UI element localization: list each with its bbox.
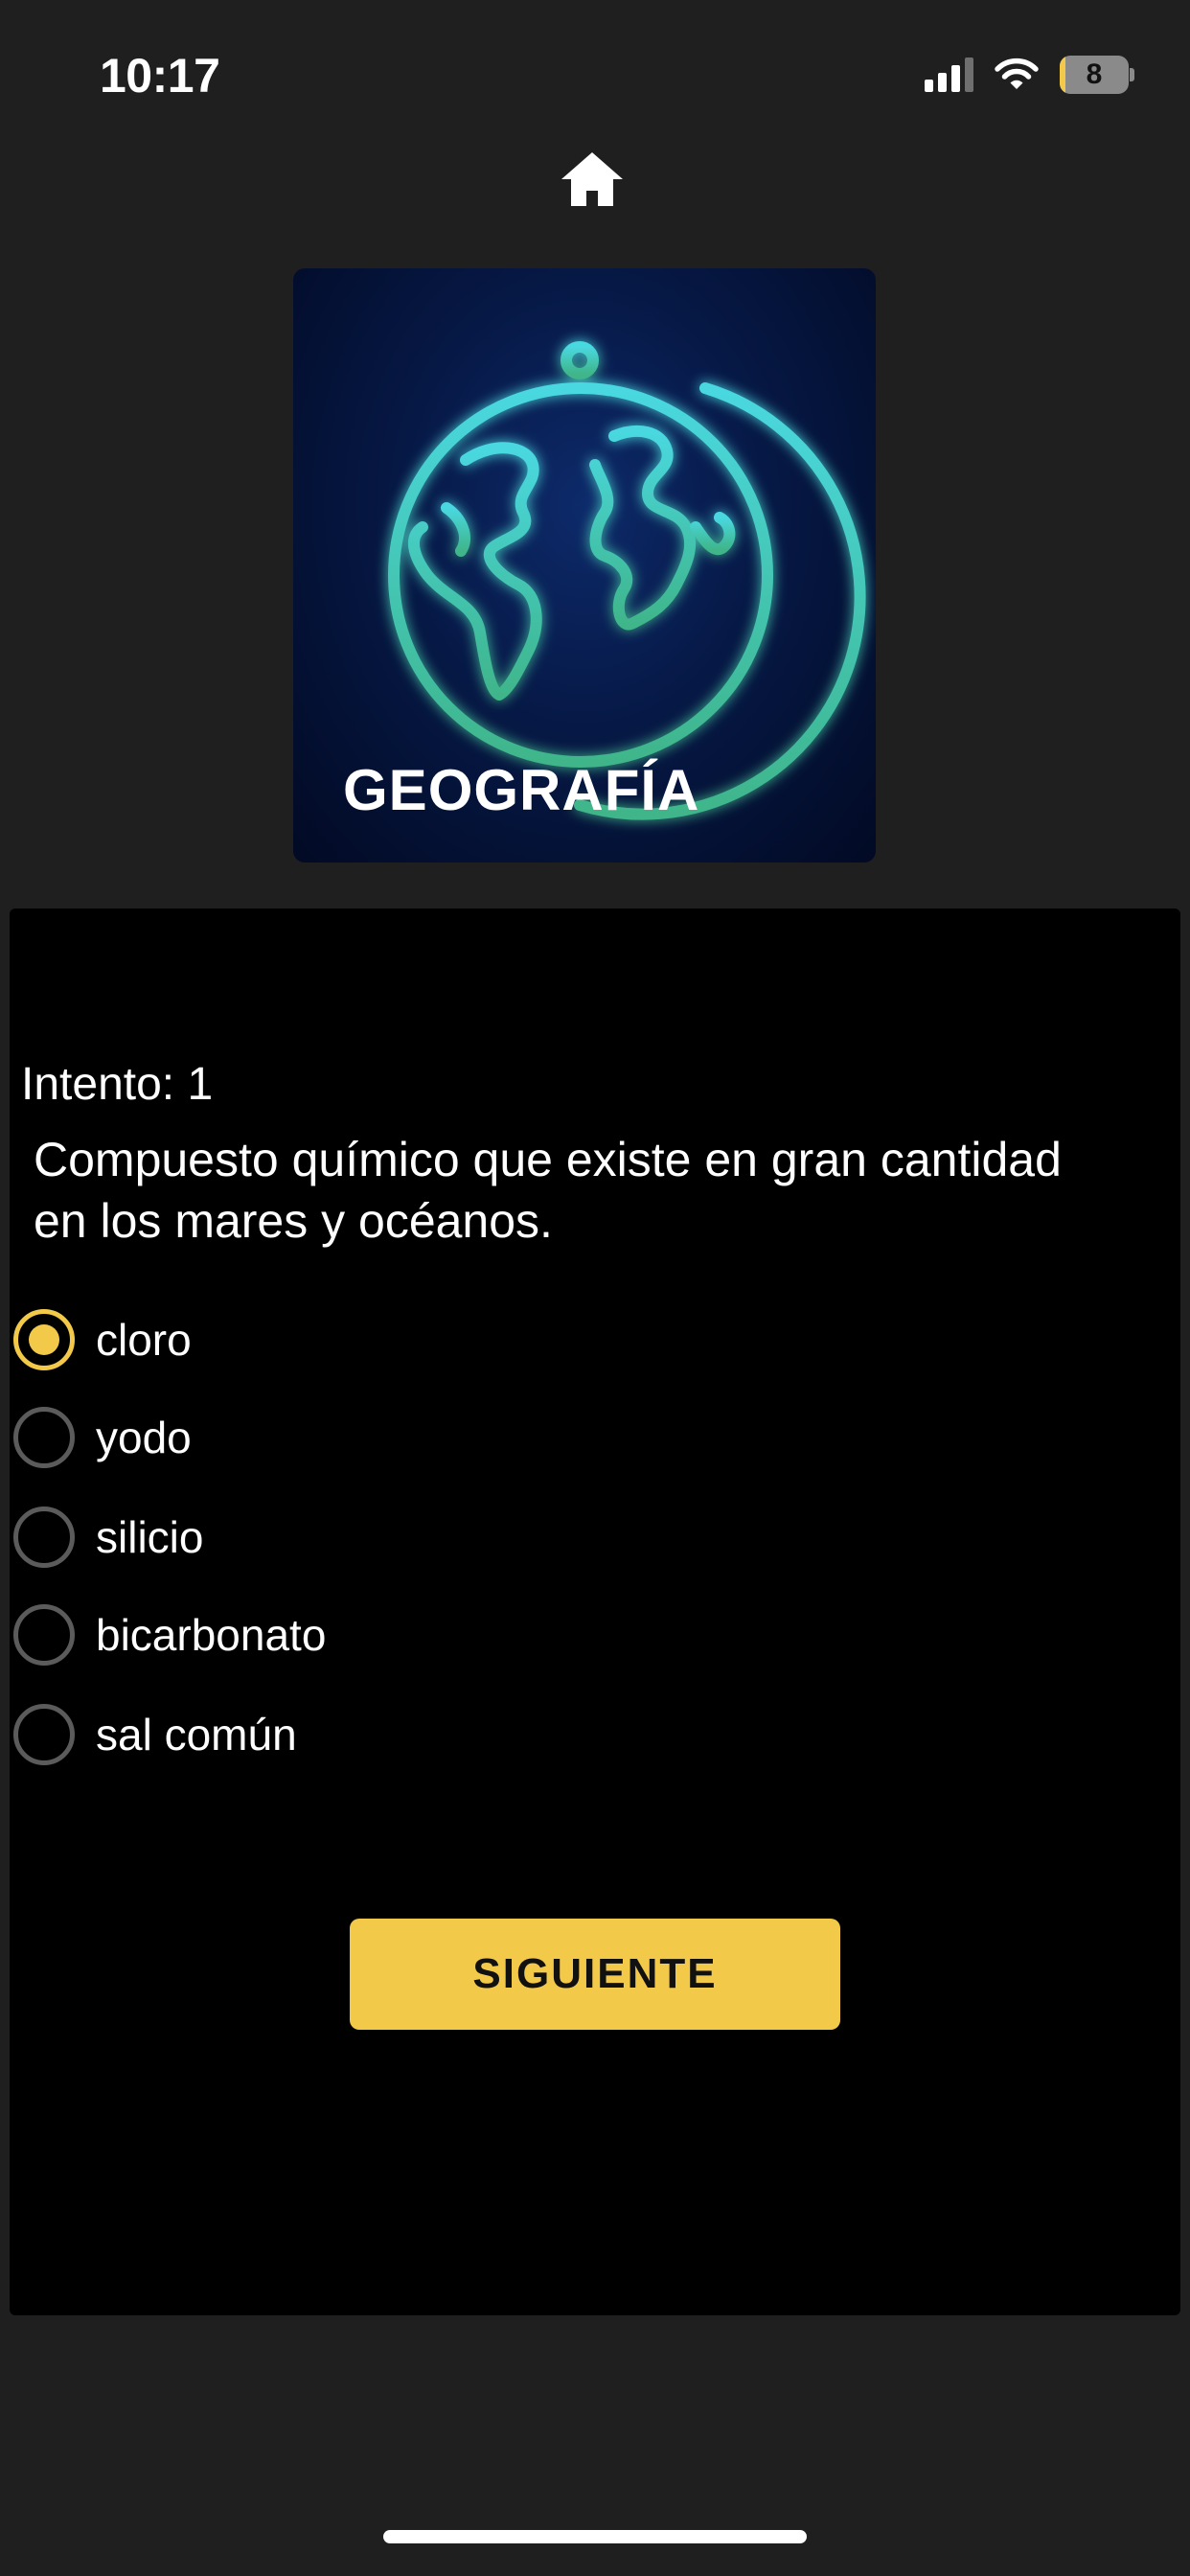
attempt-counter: Intento: 1 (21, 1059, 214, 1110)
home-icon (561, 152, 623, 206)
status-bar: 10:17 8 (0, 0, 1190, 144)
answer-label: silicio (96, 1512, 204, 1562)
answer-option[interactable]: yodo (13, 1403, 192, 1472)
radio-button[interactable] (13, 1604, 75, 1666)
answer-label: yodo (96, 1413, 192, 1462)
question-text: Compuesto químico que existe en gran can… (34, 1133, 1062, 1248)
home-indicator[interactable] (383, 2530, 807, 2543)
next-button[interactable]: SIGUIENTE (350, 1919, 840, 2030)
home-button[interactable] (558, 149, 627, 210)
answer-label: bicarbonato (96, 1610, 327, 1660)
radio-button[interactable] (13, 1407, 75, 1468)
category-title: GEOGRAFÍA (343, 758, 700, 822)
answer-option[interactable]: cloro (13, 1305, 192, 1374)
radio-button[interactable] (13, 1309, 75, 1370)
answer-option[interactable]: sal común (13, 1700, 297, 1769)
answer-label: sal común (96, 1710, 297, 1760)
category-card: GEOGRAFÍA (293, 268, 876, 862)
screen: 10:17 8 GEOGRAFÍA Intento: 1 Compuesto q… (0, 0, 1190, 2576)
radio-button[interactable] (13, 1704, 75, 1765)
quiz-panel: Intento: 1 Compuesto químico que existe … (10, 908, 1180, 2315)
status-icons: 8 (925, 54, 1134, 96)
answer-option[interactable]: bicarbonato (13, 1600, 326, 1669)
battery-icon: 8 (1060, 56, 1134, 94)
answer-option[interactable]: silicio (13, 1503, 203, 1572)
wifi-icon (995, 58, 1039, 89)
answer-label: cloro (96, 1315, 192, 1365)
radio-button[interactable] (13, 1506, 75, 1568)
battery-level: 8 (1086, 58, 1103, 90)
signal-icon (925, 58, 973, 92)
status-time: 10:17 (100, 49, 220, 103)
